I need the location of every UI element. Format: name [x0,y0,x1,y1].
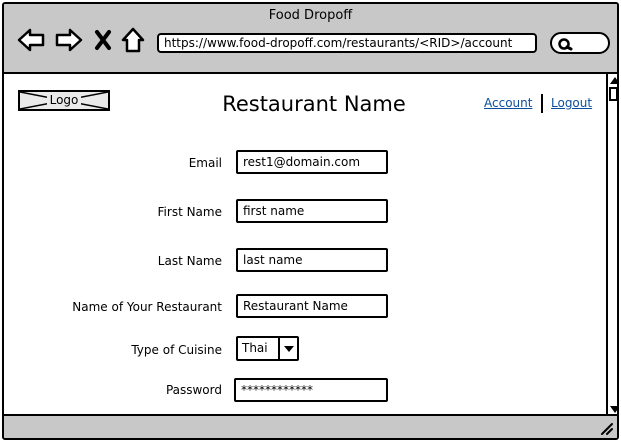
password-field[interactable]: ************ [234,378,388,402]
scroll-down-icon[interactable] [610,406,617,413]
back-icon [17,28,45,52]
vertical-scrollbar[interactable] [606,74,617,416]
browser-window: Food Dropoff https://www.food-dropoff.co… [2,2,619,440]
resize-grip-icon[interactable] [599,421,613,435]
first-name-label: First Name [157,205,222,219]
search-icon [558,38,573,51]
last-name-label: Last Name [157,254,222,268]
stop-button[interactable] [92,25,122,55]
window-title: Food Dropoff [268,8,353,23]
browser-search-box[interactable] [550,32,610,54]
scroll-thumb[interactable] [609,87,617,101]
page-content: Logo Restaurant Name Account Logout Emai… [4,74,606,414]
account-link[interactable]: Account [484,96,532,110]
home-button[interactable] [120,25,150,55]
home-icon [121,27,145,53]
first-name-field[interactable]: first name [236,199,388,223]
close-icon [95,30,111,50]
restaurant-name-field[interactable]: Restaurant Name [236,294,388,318]
back-button[interactable] [16,25,46,55]
last-name-field[interactable]: last name [236,248,388,272]
browser-titlebar: Food Dropoff https://www.food-dropoff.co… [4,4,617,74]
forward-button[interactable] [54,25,84,55]
cuisine-selected-value: Thai [242,341,268,355]
email-label: Email [188,156,222,170]
chevron-down-icon[interactable] [278,338,297,359]
restaurant-name-label: Name of Your Restaurant [72,300,222,314]
cuisine-select[interactable]: Thai [236,336,299,361]
status-bar [4,414,617,438]
logo[interactable]: Logo [18,90,110,111]
logo-label: Logo [46,93,82,107]
password-label: Password [165,383,222,397]
cuisine-label: Type of Cuisine [131,343,222,357]
header-link-divider [541,94,543,113]
page-title: Restaurant Name [222,92,406,116]
logout-link[interactable]: Logout [551,96,592,110]
email-field[interactable]: rest1@domain.com [236,150,388,174]
scroll-up-icon[interactable] [610,77,617,84]
forward-icon [55,28,83,52]
url-bar[interactable]: https://www.food-dropoff.com/restaurants… [157,33,537,53]
